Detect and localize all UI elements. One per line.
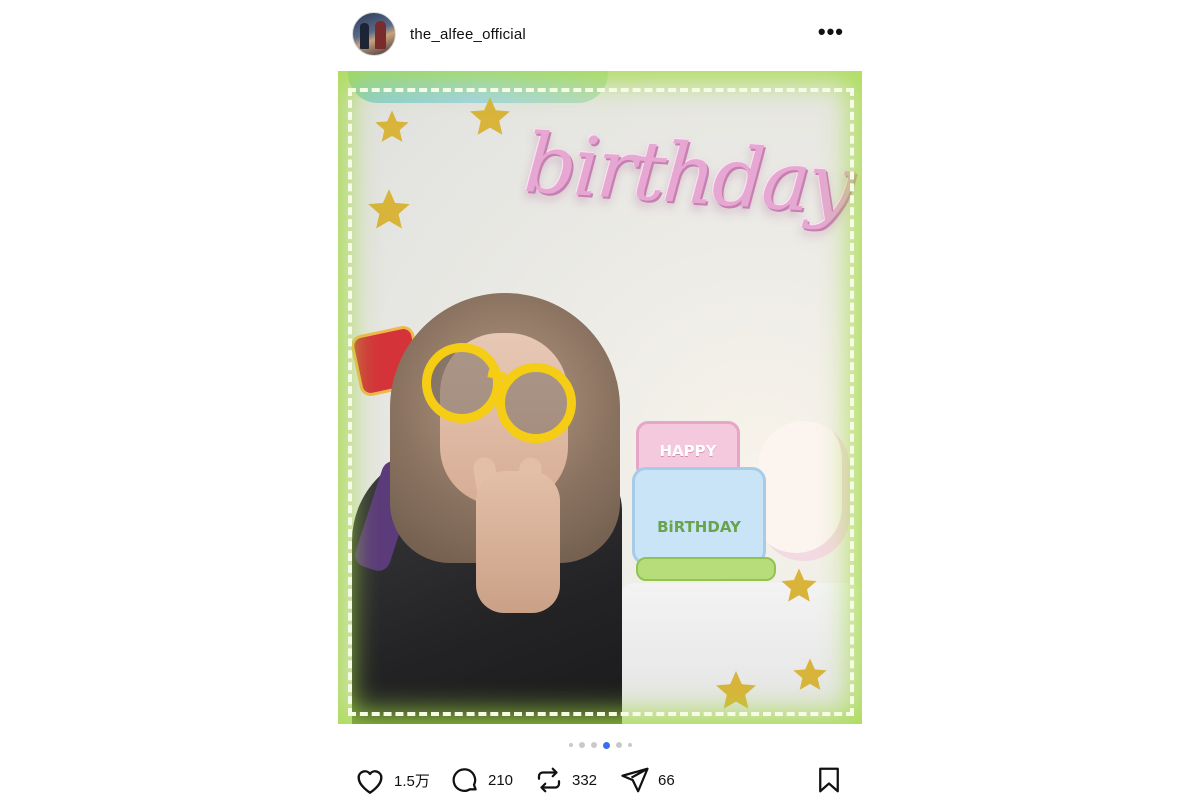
cake-balloon-base	[636, 557, 776, 581]
heart-icon	[357, 770, 383, 794]
share-count: 66	[658, 771, 675, 789]
profile-avatar[interactable]	[352, 12, 396, 56]
action-bar: 1.5万 210 332 66	[338, 760, 862, 800]
sofa	[620, 583, 862, 724]
party-glasses-left	[422, 343, 502, 423]
like-button[interactable]: 1.5万	[354, 764, 430, 796]
glitter-star-icon	[375, 110, 409, 142]
like-count: 1.5万	[394, 772, 430, 790]
repost-arrows-icon	[537, 767, 561, 793]
repost-button[interactable]: 332	[534, 764, 597, 796]
peace-sign-hand	[476, 471, 560, 613]
save-button[interactable]	[814, 764, 844, 796]
comment-bubble-icon	[452, 768, 477, 792]
carousel-dot[interactable]	[602, 741, 610, 749]
repost-count: 332	[572, 771, 598, 789]
instagram-post: the_alfee_official ••• birthday HAPPY Bi…	[338, 0, 862, 800]
carousel-dot[interactable]	[627, 743, 632, 747]
cake-mid-text: BiRTHDAY	[657, 518, 741, 536]
birthday-balloon-text: birthday	[521, 115, 855, 234]
post-header: the_alfee_official •••	[338, 12, 862, 56]
carousel-dot[interactable]	[590, 742, 597, 748]
carousel-dot[interactable]	[615, 742, 622, 748]
share-button[interactable]: 66	[620, 764, 675, 796]
party-glasses-right	[496, 363, 576, 443]
paper-plane-icon	[621, 767, 649, 793]
carousel-indicator	[338, 740, 862, 750]
username-link[interactable]: the_alfee_official	[410, 26, 526, 43]
balloon-letters	[348, 71, 608, 103]
cake-balloon-middle: BiRTHDAY	[632, 467, 766, 565]
carousel-dot[interactable]	[568, 743, 573, 747]
more-options-icon[interactable]: •••	[818, 21, 844, 43]
paw-balloon	[758, 421, 850, 561]
bookmark-icon	[819, 767, 839, 793]
comment-count: 210	[488, 771, 514, 789]
comment-button[interactable]: 210	[450, 764, 513, 796]
cake-top-text: HAPPY	[659, 442, 717, 460]
post-photo[interactable]: birthday HAPPY BiRTHDAY	[338, 71, 862, 724]
glitter-star-icon	[368, 189, 410, 229]
carousel-dot[interactable]	[578, 742, 585, 748]
